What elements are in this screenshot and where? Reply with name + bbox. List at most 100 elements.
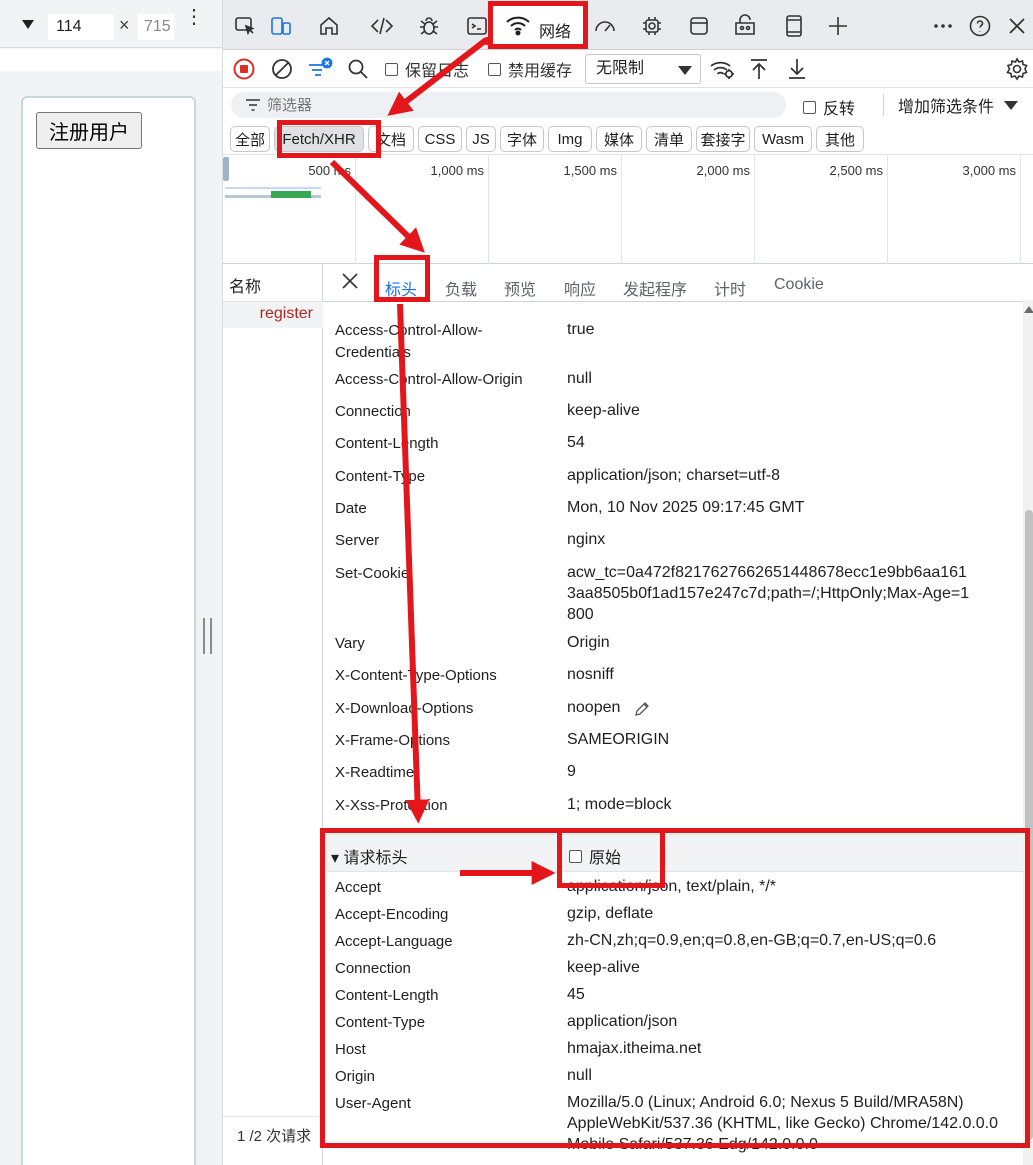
response-header-value: null <box>567 370 592 387</box>
type-filter-1[interactable]: Fetch/XHR <box>274 126 364 152</box>
response-header-value: noopen <box>567 699 621 716</box>
detail-tab-6[interactable]: Cookie <box>774 276 824 294</box>
timeline-tick-label: 500 ms <box>308 163 351 178</box>
filter-bar: 反转 增加筛选条件 <box>223 88 1033 122</box>
preserve-log-label: 保留日志 <box>405 63 470 80</box>
inspect-icon[interactable] <box>231 12 259 40</box>
detail-tab-3[interactable]: 响应 <box>564 276 596 300</box>
detail-tab-1[interactable]: 负载 <box>445 276 477 300</box>
disable-cache-checkbox[interactable] <box>488 62 501 76</box>
device-height-input[interactable] <box>138 14 174 40</box>
detail-tab-4[interactable]: 发起程序 <box>623 276 687 300</box>
request-row-register[interactable]: register <box>223 302 323 328</box>
close-detail-icon[interactable] <box>341 270 359 296</box>
more-filters-button[interactable]: 增加筛选条件 <box>883 94 1019 116</box>
type-filter-4[interactable]: JS <box>466 126 496 152</box>
clear-icon[interactable] <box>271 56 293 82</box>
device-dropdown-icon[interactable] <box>22 20 34 29</box>
filter-icon <box>246 99 260 111</box>
register-user-button[interactable]: 注册用户 <box>36 112 142 149</box>
invert-option[interactable]: 反转 <box>803 95 855 119</box>
export-har-icon[interactable] <box>787 56 807 82</box>
request-header-key: Content-Length <box>335 987 439 1004</box>
type-filter-8[interactable]: 清单 <box>646 126 692 152</box>
response-header-value: 54 <box>567 434 585 451</box>
network-toolbar: 保留日志 禁用缓存 无限制 <box>223 50 1033 88</box>
response-header-key: Content-Length <box>335 435 439 452</box>
help-icon[interactable] <box>966 12 994 40</box>
sources-icon[interactable] <box>368 12 396 40</box>
detail-tab-2[interactable]: 预览 <box>504 276 536 300</box>
performance-icon[interactable] <box>591 12 619 40</box>
detail-tab-5[interactable]: 计时 <box>714 276 746 300</box>
settings-gear-icon[interactable] <box>1005 56 1029 82</box>
detail-tab-0[interactable]: 标头 <box>385 276 417 300</box>
detail-tab-strip: 标头 负载 预览 响应 发起程序 计时 Cookie <box>323 264 1033 302</box>
request-headers-section-header[interactable]: ▾ 请求标头 原始 <box>323 834 1033 872</box>
response-header-value: Mon, 10 Nov 2025 09:17:45 GMT <box>567 499 805 516</box>
response-header-key: X-Download-Options <box>335 700 474 717</box>
add-icon[interactable] <box>824 12 852 40</box>
timeline-bar-download <box>271 191 311 198</box>
filter-input[interactable] <box>267 95 767 115</box>
console-icon[interactable] <box>463 12 491 40</box>
device-more-icon[interactable]: ⋮ <box>184 7 204 27</box>
import-har-icon[interactable] <box>749 56 769 82</box>
timeline-range-handle[interactable] <box>223 157 229 181</box>
tab-network[interactable]: 网络 <box>491 4 587 46</box>
preserve-log-checkbox[interactable] <box>385 62 398 76</box>
detail-scrollbar[interactable] <box>1023 300 1033 1165</box>
more-icon[interactable] <box>929 12 957 40</box>
home-icon[interactable] <box>315 12 343 40</box>
scrollbar-thumb[interactable] <box>1025 510 1033 1140</box>
preserve-log-option[interactable]: 保留日志 <box>385 56 469 82</box>
emulation-ruler <box>0 49 222 71</box>
memory-icon[interactable] <box>638 12 666 40</box>
request-header-key: Content-Type <box>335 1014 426 1031</box>
device-toggle-icon[interactable] <box>267 12 295 40</box>
headers-content: Access-Control-Allow-Credentials true Acce… <box>323 302 1033 1165</box>
device-emulation-pane: × ⋮ 注册用户 <box>0 0 222 1165</box>
disable-cache-option[interactable]: 禁用缓存 <box>488 56 572 82</box>
type-filter-3[interactable]: CSS <box>418 126 462 152</box>
raw-headers-toggle[interactable]: 原始 <box>569 844 621 868</box>
throttling-value: 无限制 <box>596 60 645 77</box>
pane-resize-handle[interactable] <box>203 618 212 654</box>
type-filter-9[interactable]: 套接字 <box>696 126 750 152</box>
scroll-up-icon[interactable] <box>1024 306 1033 313</box>
type-filter-6[interactable]: Img <box>548 126 592 152</box>
more-filters-label: 增加筛选条件 <box>898 99 995 116</box>
application-icon[interactable] <box>685 12 713 40</box>
type-filter-11[interactable]: 其他 <box>816 126 864 152</box>
type-filter-0[interactable]: 全部 <box>230 126 270 152</box>
response-header-value: nginx <box>567 531 606 548</box>
invert-label: 反转 <box>823 101 856 118</box>
request-header-key: Origin <box>335 1068 376 1085</box>
invert-checkbox[interactable] <box>803 100 816 114</box>
filter-settings-icon[interactable] <box>307 56 333 82</box>
timeline-overview[interactable]: 500 ms 1,000 ms 1,500 ms 2,000 ms 2,500 ms 3,… <box>223 154 1033 265</box>
response-header-value: 1; mode=block <box>567 796 672 813</box>
edit-pencil-icon[interactable] <box>633 700 651 718</box>
bug-icon[interactable] <box>415 12 443 40</box>
type-filter-10[interactable]: Wasm <box>754 126 812 152</box>
type-filter-5[interactable]: 字体 <box>500 126 544 152</box>
search-icon[interactable] <box>347 56 369 82</box>
name-column-header[interactable]: 名称 <box>223 264 323 302</box>
type-filter-2[interactable]: 文档 <box>368 126 414 152</box>
type-filter-7[interactable]: 媒体 <box>596 126 642 152</box>
request-header-key: Host <box>335 1041 366 1058</box>
security-icon[interactable] <box>731 12 759 40</box>
network-conditions-icon[interactable] <box>709 56 735 82</box>
request-header-value: application/json <box>567 1013 678 1030</box>
tab-network-label: 网络 <box>539 24 572 41</box>
response-header-key: Connection <box>335 403 411 420</box>
response-header-key: Access-Control-Allow-Credentials <box>335 322 483 361</box>
device-width-input[interactable] <box>48 14 114 40</box>
throttling-select[interactable]: 无限制 <box>585 54 701 84</box>
dimension-separator: × <box>119 15 130 35</box>
raw-checkbox[interactable] <box>569 849 582 863</box>
device-icon[interactable] <box>780 12 808 40</box>
record-icon[interactable] <box>233 56 255 82</box>
close-icon[interactable] <box>1003 12 1031 40</box>
